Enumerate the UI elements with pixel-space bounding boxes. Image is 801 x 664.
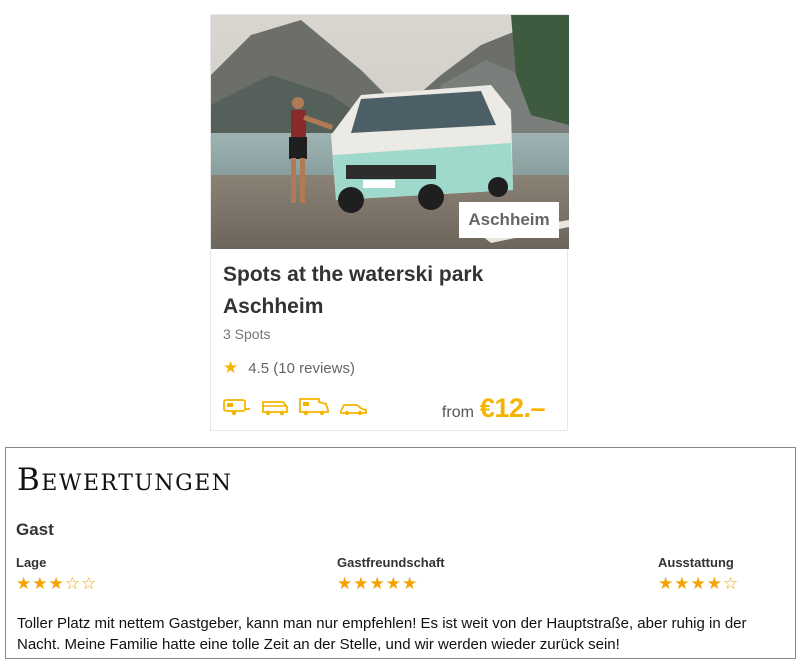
- star-filled-icon: ★: [16, 574, 33, 593]
- star-filled-icon: ★: [402, 574, 419, 593]
- star-filled-icon: ★: [385, 574, 402, 593]
- criterion-label: Gastfreundschaft: [337, 555, 445, 570]
- criterion-label: Lage: [16, 555, 47, 570]
- star-filled-icon: ★: [674, 574, 691, 593]
- listing-card[interactable]: Aschheim Spots at the waterski park Asch…: [210, 14, 569, 431]
- price-amount: €12.–: [479, 393, 546, 423]
- star-rating: ★★★★★: [337, 574, 445, 594]
- star-empty-icon: ☆: [64, 574, 81, 593]
- star-empty-icon: ☆: [81, 574, 98, 593]
- star-filled-icon: ★: [706, 574, 723, 593]
- vehicle-types: [223, 396, 367, 421]
- reviews-heading: Bewertungen: [17, 462, 233, 498]
- reviewer-name: Gast: [16, 520, 54, 539]
- star-rating: ★★★☆☆: [16, 574, 97, 594]
- spots-count: 3 Spots: [223, 326, 271, 342]
- motorhome-icon: [299, 396, 329, 421]
- star-filled-icon: ★: [658, 574, 675, 593]
- rating-text: 4.5 (10 reviews): [248, 359, 355, 377]
- criterion-label: Ausstattung: [658, 555, 734, 570]
- price: from €12.–: [441, 393, 546, 424]
- location-badge: Aschheim: [459, 202, 559, 238]
- caravan-icon: [223, 398, 251, 421]
- star-filled-icon: ★: [369, 574, 386, 593]
- review-text: Toller Platz mit nettem Gastgeber, kann …: [17, 615, 747, 653]
- car-icon: [339, 400, 367, 421]
- listing-title[interactable]: Spots at the waterski park Aschheim: [223, 259, 553, 323]
- criterion-ausstattung: Ausstattung ★★★★☆: [658, 555, 739, 594]
- criterion-gastfreundschaft: Gastfreundschaft ★★★★★: [337, 555, 445, 594]
- star-filled-icon: ★: [690, 574, 707, 593]
- reviews-section: Bewertungen Gast Lage ★★★☆☆ Gastfreundsc…: [5, 447, 796, 659]
- star-filled-icon: ★: [32, 574, 49, 593]
- price-prefix: from: [441, 404, 474, 421]
- van-icon: [261, 398, 289, 421]
- criterion-lage: Lage ★★★☆☆: [16, 555, 97, 594]
- star-empty-icon: ☆: [723, 574, 740, 593]
- rating-row: ★ 4.5 (10 reviews): [223, 358, 355, 378]
- star-filled-icon: ★: [48, 574, 65, 593]
- star-rating: ★★★★☆: [658, 574, 739, 594]
- star-filled-icon: ★: [353, 574, 370, 593]
- star-filled-icon: ★: [337, 574, 354, 593]
- listing-photo[interactable]: Aschheim: [211, 15, 569, 249]
- star-icon: ★: [223, 358, 239, 377]
